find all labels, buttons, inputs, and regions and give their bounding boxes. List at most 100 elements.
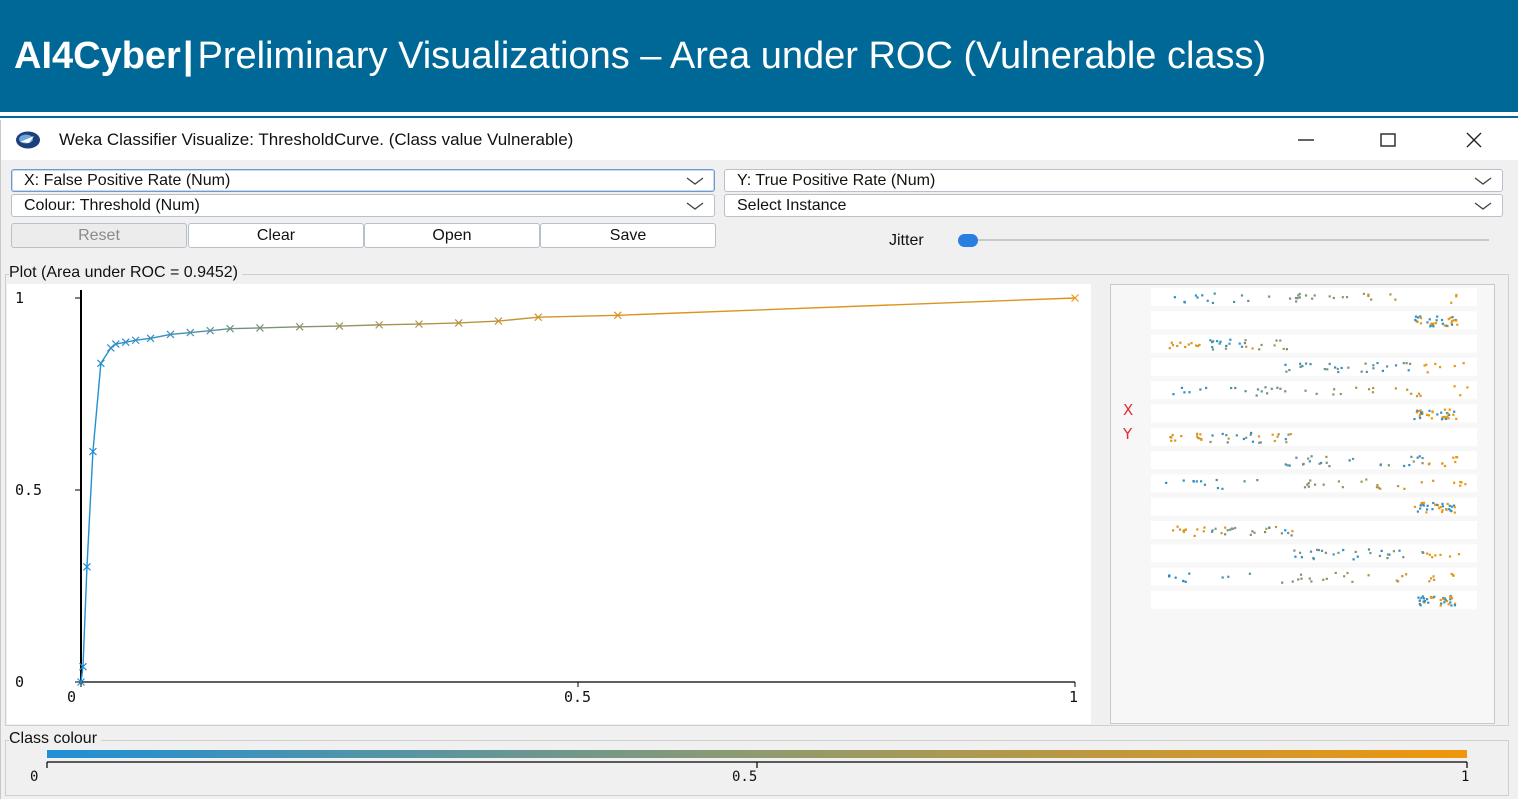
attribute-dot <box>1419 504 1422 507</box>
jitter-slider-handle[interactable] <box>958 234 978 247</box>
attribute-dot <box>1229 386 1233 390</box>
attribute-dot <box>1450 323 1454 326</box>
attribute-dot <box>1386 365 1389 368</box>
attribute-dot <box>1182 530 1186 534</box>
x-axis-select[interactable]: X: False Positive Rate (Num) <box>11 169 715 192</box>
maximize-icon <box>1380 133 1396 147</box>
attribute-dot <box>1310 455 1313 458</box>
attribute-dot <box>1428 318 1431 321</box>
attribute-dot <box>1224 526 1227 529</box>
attribute-dot <box>1211 434 1214 437</box>
attribute-dot <box>1258 348 1261 351</box>
attribute-dot <box>1419 394 1422 397</box>
instance-select-value: Select Instance <box>737 197 847 214</box>
attribute-dot <box>1422 600 1425 603</box>
attribute-dot <box>1211 341 1214 344</box>
attribute-dot <box>1171 529 1175 532</box>
plot-legend: Plot (Area under ROC = 0.9452) <box>9 264 243 282</box>
attribute-dot <box>1454 460 1457 464</box>
attribute-dot <box>1294 555 1297 558</box>
save-button[interactable]: Save <box>540 223 716 248</box>
roc-plot[interactable]: 0 0.5 1 0 0.5 1 <box>7 284 1091 724</box>
attribute-dot <box>1229 338 1232 341</box>
attribute-dot <box>1441 502 1444 505</box>
attribute-dot <box>1380 549 1383 553</box>
attribute-dot <box>1309 363 1312 366</box>
roc-segment <box>190 329 211 334</box>
roc-segment <box>379 323 419 326</box>
attribute-dot <box>1235 434 1238 437</box>
attribute-dot <box>1172 393 1175 396</box>
attribute-dot <box>1328 295 1331 298</box>
attribute-dot <box>1308 577 1311 580</box>
attribute-dot <box>1453 410 1456 413</box>
attribute-dot <box>1320 549 1324 552</box>
attribute-dot <box>1354 550 1357 554</box>
attribute-dot <box>1396 580 1400 583</box>
attribute-dot <box>1452 456 1455 459</box>
y-tick-label: 1 <box>15 289 24 307</box>
plot-ticks: 0 0.5 1 0 0.5 1 <box>15 289 1078 706</box>
attribute-dot <box>1182 579 1185 583</box>
attribute-dot <box>1431 508 1434 511</box>
attribute-dot <box>1170 436 1173 439</box>
attribute-dot <box>1299 573 1303 576</box>
attribute-dot <box>1351 580 1354 583</box>
attribute-dot <box>1273 439 1276 443</box>
attribute-dot <box>1277 433 1280 436</box>
attribute-dot <box>1421 456 1424 460</box>
attribute-dot <box>1397 485 1400 488</box>
attribute-dot <box>1245 345 1248 348</box>
open-button[interactable]: Open <box>364 223 540 248</box>
attribute-dot <box>1188 391 1191 394</box>
jitter-slider-track[interactable] <box>967 239 1489 241</box>
attribute-dot <box>1170 341 1173 344</box>
attribute-dot <box>1183 301 1186 304</box>
attribute-dot <box>1183 391 1186 394</box>
attribute-dot <box>1238 342 1241 345</box>
instance-select[interactable]: Select Instance <box>724 194 1503 217</box>
attribute-dot <box>1420 502 1423 505</box>
attribute-dot <box>1417 392 1421 395</box>
colour-tick-label-mid: 0.5 <box>732 769 757 785</box>
attribute-dot <box>1459 480 1462 484</box>
window-titlebar[interactable]: Weka Classifier Visualize: ThresholdCurv… <box>1 120 1518 160</box>
chevron-down-icon <box>1474 202 1492 210</box>
attribute-dot <box>1221 487 1224 490</box>
attribute-dot <box>1364 362 1367 365</box>
attribute-dot <box>1284 363 1287 366</box>
attribute-dot <box>1326 368 1329 371</box>
attribute-panel[interactable]: X Y <box>1110 284 1495 724</box>
colour-tick-label-min: 0 <box>30 769 38 785</box>
attribute-dot <box>1301 365 1304 368</box>
attribute-dot <box>1425 363 1428 366</box>
attribute-dot <box>1325 455 1328 459</box>
attribute-dot <box>1434 322 1438 325</box>
attribute-dot <box>1324 551 1328 554</box>
attribute-dot <box>1422 501 1426 504</box>
attribute-dot <box>1343 575 1346 578</box>
minimize-button[interactable] <box>1281 126 1331 154</box>
y-axis-select[interactable]: Y: True Positive Rate (Num) <box>724 169 1503 192</box>
attribute-dot <box>1284 390 1287 393</box>
roc-segment <box>617 297 1076 316</box>
attribute-dot <box>1284 438 1287 441</box>
attribute-dot <box>1176 525 1179 528</box>
reset-button[interactable]: Reset <box>11 223 187 248</box>
close-button[interactable] <box>1449 126 1499 154</box>
attribute-dot <box>1332 296 1335 300</box>
attribute-dot <box>1243 480 1246 483</box>
attribute-dot <box>1387 464 1390 467</box>
maximize-button[interactable] <box>1363 126 1413 154</box>
attribute-dot <box>1443 601 1446 604</box>
roc-segment <box>299 325 340 328</box>
attribute-dot <box>1413 417 1416 421</box>
attribute-row <box>1151 334 1477 353</box>
clear-button[interactable]: Clear <box>188 223 364 248</box>
attribute-dot <box>1215 340 1219 343</box>
attribute-dot <box>1249 431 1253 435</box>
attribute-dot <box>1221 576 1224 579</box>
attribute-dot <box>1243 341 1247 345</box>
colour-select[interactable]: Colour: Threshold (Num) <box>11 194 715 217</box>
attribute-dot <box>1322 483 1325 486</box>
